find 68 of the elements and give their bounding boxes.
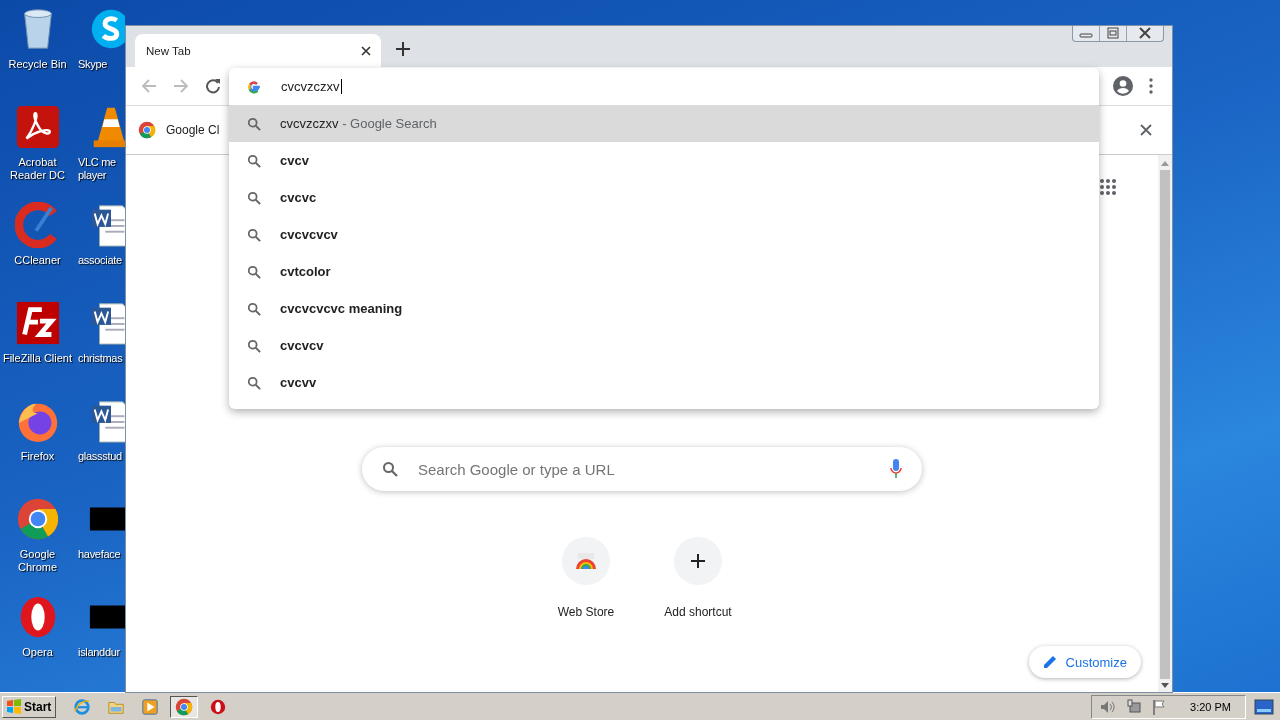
close-icon[interactable] (361, 45, 371, 56)
desktop-icon-label[interactable]: CCleaner (14, 254, 61, 267)
suggestion-item[interactable]: cvtcolor (229, 253, 1099, 290)
desktop-icon-label[interactable]: FileZilla Client (2, 352, 73, 365)
clock[interactable]: 3:20 PM (1190, 700, 1231, 713)
start-button[interactable]: Start (2, 695, 57, 718)
shortcut-tile[interactable]: Web Store (530, 537, 642, 619)
search-icon (247, 116, 261, 131)
windows-logo-icon (6, 698, 22, 715)
web-store-icon (575, 553, 597, 569)
scroll-up-icon[interactable] (1161, 161, 1169, 166)
address-field[interactable]: cvcvzczxv (281, 79, 342, 94)
suggestion-item[interactable]: cvcvcvcvc meaning (229, 290, 1099, 327)
apps-grid-icon[interactable] (1100, 179, 1116, 195)
speaker-icon[interactable] (1100, 699, 1117, 714)
filezilla-icon (14, 300, 61, 346)
desktop-icon-label[interactable]: haveface (78, 548, 121, 561)
desktop-icon-label[interactable]: associate (78, 254, 122, 267)
chrome-icon (138, 121, 156, 139)
info-bar-text: Google Cl (166, 123, 220, 137)
microphone-icon[interactable] (890, 459, 902, 479)
profile-icon[interactable] (1113, 76, 1133, 96)
plus-icon (691, 554, 705, 568)
search-icon (247, 190, 261, 205)
scroll-down-icon[interactable] (1161, 683, 1169, 688)
search-icon (247, 153, 261, 168)
desktop-icon-label[interactable]: islanddur (78, 646, 120, 659)
menu-icon[interactable] (1149, 78, 1153, 94)
search-icon (247, 264, 261, 279)
reload-icon[interactable] (205, 78, 221, 94)
chrome-icon (15, 497, 60, 541)
suggestion-item[interactable]: cvcv (229, 142, 1099, 179)
network-icon[interactable] (1126, 698, 1143, 715)
suggestion-item[interactable]: cvcvcv (229, 327, 1099, 364)
shortcut-tile[interactable]: Add shortcut (642, 537, 754, 619)
suggestion-item[interactable]: cvcvv (229, 364, 1099, 401)
desktop-icon-label[interactable]: VLC me player (78, 156, 125, 182)
close-icon[interactable] (1140, 124, 1152, 136)
search-icon (247, 227, 261, 242)
pencil-icon (1042, 655, 1057, 669)
desktop-icon-label[interactable]: Google Chrome (0, 548, 75, 574)
desktop-icon-label[interactable]: Recycle Bin (8, 58, 67, 71)
desktop-icon-label[interactable]: Skype (78, 58, 108, 71)
opera-icon (209, 697, 228, 716)
desktop-icon-label[interactable]: Acrobat Reader DC (0, 156, 75, 182)
search-icon (247, 301, 261, 316)
desktop-icon-label[interactable]: christmas (78, 352, 123, 365)
new-tab-icon[interactable] (396, 42, 410, 56)
show-desktop-icon[interactable] (1254, 698, 1274, 715)
search-icon (247, 375, 261, 390)
desktop-icon-label[interactable]: glassstud (78, 450, 122, 463)
chrome-icon (175, 697, 194, 716)
suggestion-item[interactable]: cvcvzczxv - Google Search (229, 105, 1099, 142)
flag-icon[interactable] (1152, 698, 1167, 715)
internet-explorer-icon (73, 697, 92, 716)
media-player-icon (141, 697, 160, 716)
desktop-icon-label[interactable]: Opera (22, 646, 53, 659)
suggestion-item[interactable]: cvcvcvcv (229, 216, 1099, 253)
acrobat-icon (14, 104, 61, 150)
google-icon (247, 79, 261, 94)
taskbar-button[interactable] (170, 695, 199, 718)
customize-button[interactable]: Customize (1028, 646, 1141, 678)
search-icon (382, 461, 398, 477)
scrollbar[interactable] (1158, 155, 1172, 692)
desktop-icon-label[interactable]: Firefox (20, 450, 55, 463)
browser-tab[interactable]: New Tab (135, 34, 381, 67)
search-icon (247, 338, 261, 353)
suggestion-item[interactable]: cvcvc (229, 179, 1099, 216)
